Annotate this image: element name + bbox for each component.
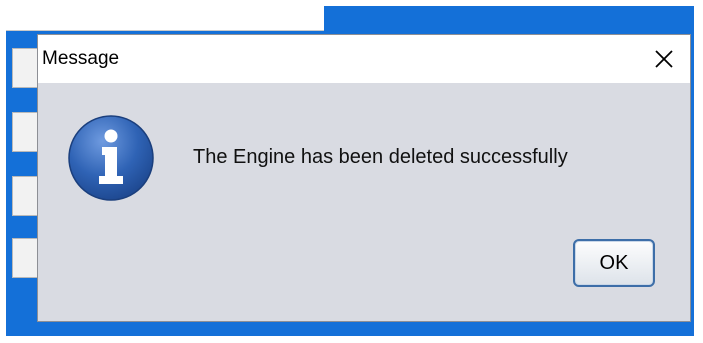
background-window-header [6, 6, 324, 31]
screen: Message The Engine has been deleted succ… [0, 0, 703, 343]
close-icon [655, 50, 673, 68]
dialog-title: Message [42, 48, 120, 69]
close-button[interactable] [646, 41, 682, 77]
dialog-message: The Engine has been deleted successfully [193, 146, 568, 168]
ok-button[interactable]: OK [573, 239, 655, 287]
info-icon [68, 115, 154, 201]
dialog-titlebar: Message [38, 35, 690, 83]
message-dialog: Message The Engine has been deleted succ… [37, 34, 691, 322]
